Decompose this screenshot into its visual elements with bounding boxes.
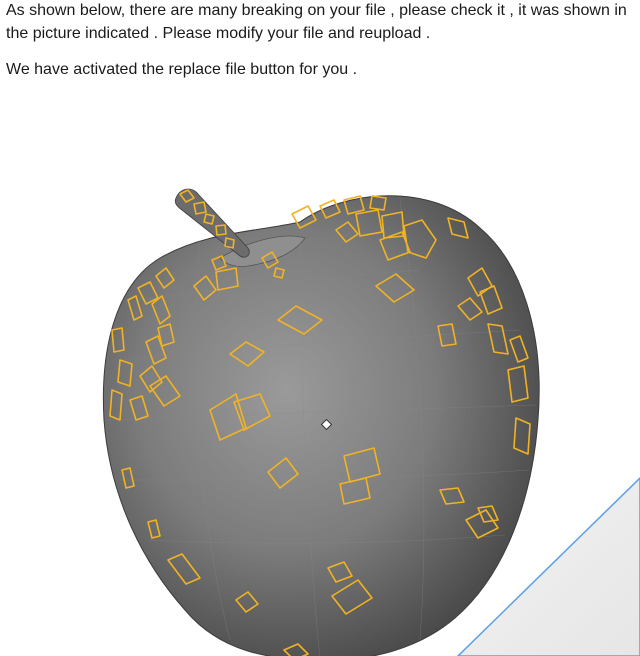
- apple-mesh-body: [102, 195, 540, 656]
- model-viewer[interactable]: [0, 110, 640, 656]
- notice-line-1: As shown below, there are many breaking …: [6, 2, 627, 42]
- notice-message: As shown below, there are many breaking …: [6, 0, 640, 81]
- model-canvas[interactable]: [0, 110, 640, 656]
- notice-line-2: We have activated the replace file butto…: [6, 61, 358, 78]
